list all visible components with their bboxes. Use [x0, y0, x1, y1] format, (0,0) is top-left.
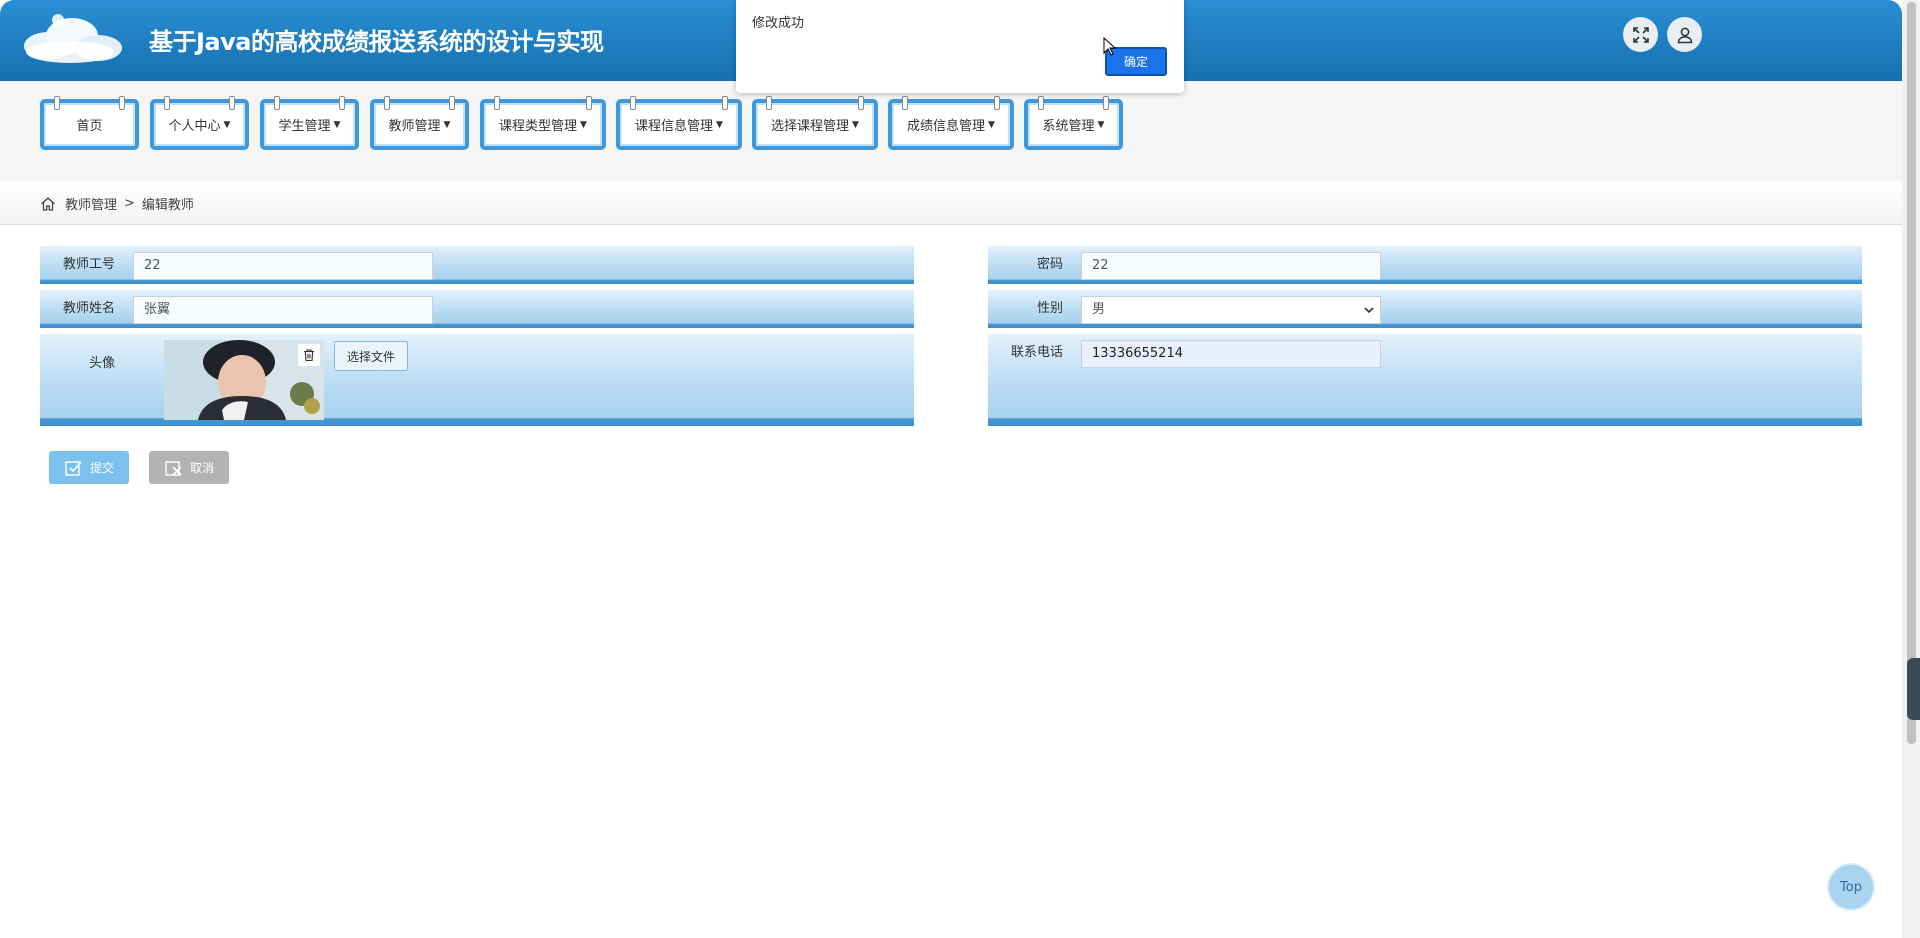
nav-item-home[interactable]: 首页 — [40, 96, 139, 150]
nav-label: 教师管理 — [388, 119, 441, 134]
password-label: 密码 — [1036, 257, 1063, 272]
form-row-phone: 联系电话 13336655214 — [988, 334, 1862, 426]
teacher-id-label: 教师工号 — [62, 257, 115, 272]
delete-avatar-button[interactable] — [298, 344, 320, 366]
phone-field[interactable]: 13336655214 — [1081, 340, 1381, 368]
teacher-name-field[interactable]: 张翼 — [133, 296, 433, 324]
chevron-down-icon — [1364, 307, 1374, 314]
checkbox-x-icon — [165, 460, 182, 476]
nav-label: 成绩信息管理 — [907, 119, 986, 134]
choose-file-button[interactable]: 选择文件 — [334, 341, 408, 371]
gender-select[interactable]: 男 — [1081, 296, 1381, 324]
cancel-label: 取消 — [189, 461, 214, 475]
caret-down-icon: ▼ — [1097, 119, 1105, 130]
nav-label: 选择课程管理 — [771, 119, 850, 134]
nav-label: 学生管理 — [278, 119, 331, 134]
nav-item-teachers[interactable]: 教师管理 ▼ — [370, 96, 469, 150]
phone-label: 联系电话 — [1010, 345, 1063, 360]
nav-item-course-info[interactable]: 课程信息管理 ▼ — [616, 96, 742, 150]
nav-item-course-selection[interactable]: 选择课程管理 ▼ — [752, 96, 878, 150]
caret-down-icon: ▼ — [333, 119, 341, 130]
nav-item-students[interactable]: 学生管理 ▼ — [260, 96, 359, 150]
form-row-gender: 性别 男 — [988, 290, 1862, 328]
fullscreen-button[interactable] — [1623, 17, 1658, 52]
form-row-avatar: 头像 选择文件 — [40, 334, 914, 426]
alert-message: 修改成功 — [752, 16, 805, 31]
home-icon[interactable] — [40, 196, 56, 212]
caret-down-icon: ▼ — [223, 119, 231, 130]
breadcrumb-section[interactable]: 教师管理 — [65, 194, 117, 213]
breadcrumb-separator: > — [124, 196, 135, 211]
site-title: 基于Java的高校成绩报送系统的设计与实现 — [149, 28, 604, 56]
avatar-image — [164, 340, 324, 420]
main-nav: 首页 个人中心 ▼ 学生管理 ▼ 教师管理 ▼ 课程类型管理 ▼ 课程信息管理 ▼ 选择课… — [0, 81, 1902, 181]
scrollbar-thumb[interactable] — [1907, 2, 1916, 744]
nav-label: 系统管理 — [1042, 119, 1095, 134]
submit-button[interactable]: 提交 — [49, 451, 129, 484]
mouse-cursor-icon — [1103, 37, 1117, 56]
nav-item-course-types[interactable]: 课程类型管理 ▼ — [480, 96, 606, 150]
caret-down-icon: ▼ — [716, 119, 723, 130]
caret-down-icon: ▼ — [988, 119, 995, 130]
breadcrumb: 教师管理 > 编辑教师 — [0, 181, 1902, 225]
back-to-top-button[interactable]: Top — [1829, 865, 1873, 909]
nav-label: 课程类型管理 — [499, 119, 578, 134]
form-row-teacher-name: 教师姓名 张翼 — [40, 290, 914, 328]
nav-label: 个人中心 — [168, 119, 221, 134]
gender-value: 男 — [1092, 302, 1106, 317]
cloud-logo-icon — [24, 14, 122, 63]
nav-label: 课程信息管理 — [635, 119, 714, 134]
caret-down-icon: ▼ — [852, 119, 859, 130]
user-menu-button[interactable] — [1667, 17, 1702, 52]
checkbox-check-icon — [65, 460, 82, 476]
submit-label: 提交 — [89, 461, 114, 475]
form-row-teacher-id: 教师工号 22 — [40, 246, 914, 284]
cancel-button[interactable]: 取消 — [149, 451, 229, 484]
user-icon — [1677, 27, 1692, 43]
caret-down-icon: ▼ — [580, 119, 587, 130]
nav-item-system[interactable]: 系统管理 ▼ — [1024, 96, 1123, 150]
nav-item-profile[interactable]: 个人中心 ▼ — [150, 96, 249, 150]
form-row-password: 密码 22 — [988, 246, 1862, 284]
nav-label: 首页 — [76, 119, 103, 134]
trash-icon — [304, 349, 314, 362]
side-panel-tab[interactable] — [1907, 658, 1920, 720]
expand-icon — [1632, 26, 1649, 43]
breadcrumb-current: 编辑教师 — [141, 198, 194, 213]
caret-down-icon: ▼ — [443, 119, 451, 130]
teacher-name-label: 教师姓名 — [62, 301, 115, 316]
gender-label: 性别 — [1036, 301, 1063, 316]
nav-item-grades[interactable]: 成绩信息管理 ▼ — [888, 96, 1014, 150]
password-field[interactable]: 22 — [1081, 252, 1381, 280]
avatar-label: 头像 — [88, 356, 115, 371]
page-scrollbar[interactable] — [1902, 0, 1920, 938]
teacher-id-field[interactable]: 22 — [133, 252, 433, 280]
